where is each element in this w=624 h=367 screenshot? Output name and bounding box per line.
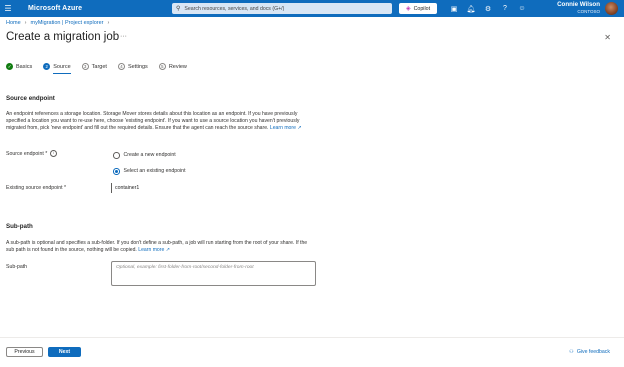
page-title: Create a migration job: [6, 31, 120, 43]
sub-path-description: A sub-path is optional and specifies a s…: [6, 240, 311, 254]
search-icon: ⚲: [176, 6, 181, 12]
sub-path-heading: Sub-path: [6, 223, 33, 230]
sub-path-input[interactable]: Optional, example: first-folder-from-roo…: [111, 261, 316, 286]
search-placeholder: Search resources, services, and docs (G+…: [184, 5, 285, 12]
step-number: 4: [117, 63, 125, 70]
brand-title[interactable]: Microsoft Azure: [28, 5, 82, 12]
radio-create-new-endpoint[interactable]: Create a new endpoint: [113, 152, 176, 159]
copilot-label: Copilot: [413, 5, 431, 12]
footer-divider: [0, 337, 624, 338]
tab-label: Basics: [16, 63, 33, 70]
sub-path-label: Sub-path: [6, 264, 28, 270]
wizard-steps: ✓ Basics 2 Source 3 Target 4 Settings 5 …: [6, 63, 198, 74]
learn-more-link[interactable]: Learn more ↗: [270, 125, 302, 131]
user-org: CONTOSO: [577, 8, 600, 14]
breadcrumb-home[interactable]: Home: [6, 20, 21, 26]
radio-select-existing-endpoint[interactable]: Select an existing endpoint: [113, 168, 186, 175]
next-button[interactable]: Next: [48, 347, 81, 357]
tab-label: Target: [91, 63, 107, 70]
settings-icon[interactable]: ⚙: [482, 5, 494, 13]
active-tab-indicator: [53, 72, 71, 74]
avatar[interactable]: [605, 2, 618, 15]
user-name: Connie Wilson: [557, 1, 600, 8]
breadcrumb: Home › myMigration | Project explorer ›: [6, 20, 109, 26]
tab-basics[interactable]: ✓ Basics: [6, 63, 32, 70]
feedback-icon[interactable]: ☺: [516, 5, 528, 12]
tab-review[interactable]: 5 Review: [158, 63, 187, 70]
tab-label: Review: [168, 63, 187, 70]
close-icon[interactable]: ✕: [604, 33, 611, 42]
give-feedback-link[interactable]: ⚇ Give feedback: [569, 349, 610, 355]
waffle-icon[interactable]: ☰: [0, 0, 16, 17]
source-endpoint-description: An endpoint references a storage locatio…: [6, 111, 311, 132]
existing-endpoint-value[interactable]: container1: [111, 183, 139, 193]
feedback-label: Give feedback: [576, 349, 610, 355]
step-number: 2: [43, 63, 51, 70]
tab-target[interactable]: 3 Target: [81, 63, 107, 70]
tab-source[interactable]: 2 Source: [43, 63, 71, 74]
source-endpoint-heading: Source endpoint: [6, 95, 55, 102]
existing-endpoint-label: Existing source endpoint *: [6, 185, 66, 191]
radio-label: Create a new endpoint: [123, 152, 176, 159]
chevron-right-icon: ›: [24, 20, 27, 26]
step-number: 3: [81, 63, 89, 70]
user-account[interactable]: Connie Wilson CONTOSO: [557, 1, 600, 15]
step-number: 5: [158, 63, 166, 70]
source-endpoint-label: Source endpoint * i: [6, 150, 58, 157]
help-icon[interactable]: ?: [499, 5, 511, 12]
notifications-icon[interactable]: 🔔︎: [465, 5, 477, 13]
info-icon[interactable]: i: [50, 150, 58, 157]
tab-settings[interactable]: 4 Settings: [117, 63, 148, 70]
check-icon: ✓: [6, 63, 13, 70]
radio-button[interactable]: [113, 152, 120, 159]
radio-button-selected[interactable]: [113, 168, 120, 175]
top-bar-icons: ▣ 🔔︎ ⚙ ? ☺: [448, 0, 528, 17]
copilot-icon: ◈: [405, 6, 411, 12]
feedback-person-icon: ⚇: [569, 349, 574, 355]
description-text: An endpoint references a storage locatio…: [6, 111, 300, 132]
cloud-shell-icon[interactable]: ▣: [448, 5, 460, 13]
radio-label: Select an existing endpoint: [123, 168, 186, 175]
breadcrumb-project-explorer[interactable]: myMigration | Project explorer: [31, 20, 104, 26]
copilot-button[interactable]: ◈ Copilot: [399, 3, 437, 14]
previous-button[interactable]: Previous: [6, 347, 43, 357]
more-options-icon[interactable]: ···: [120, 33, 127, 40]
search-box[interactable]: ⚲ Search resources, services, and docs (…: [172, 3, 392, 14]
chevron-right-icon: ›: [107, 20, 110, 26]
tab-label: Settings: [127, 63, 148, 70]
learn-more-link[interactable]: Learn more ↗: [138, 247, 170, 253]
tab-label: Source: [53, 63, 71, 70]
